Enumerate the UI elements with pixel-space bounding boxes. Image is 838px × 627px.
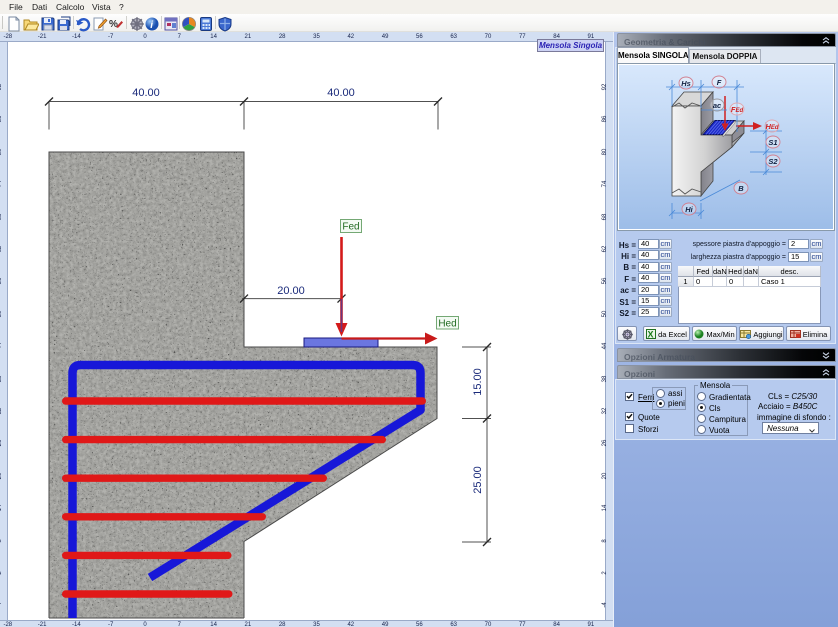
svg-text:X: X: [648, 330, 654, 340]
svg-text:Hs: Hs: [681, 79, 691, 88]
svg-text:Fed: Fed: [342, 222, 359, 233]
svg-text:B: B: [738, 184, 744, 193]
svg-text:40.00: 40.00: [327, 87, 355, 99]
svg-text:25.00: 25.00: [472, 466, 484, 494]
svg-text:S2: S2: [768, 157, 778, 166]
svg-text:S1: S1: [768, 138, 777, 147]
svg-text:ac: ac: [713, 101, 722, 110]
svg-text:i: i: [150, 20, 153, 31]
svg-text:15.00: 15.00: [472, 368, 484, 396]
svg-text:Hi: Hi: [685, 205, 693, 214]
svg-text:%: %: [109, 19, 118, 30]
svg-text:20.00: 20.00: [277, 285, 305, 297]
svg-text:Hed: Hed: [438, 319, 456, 330]
svg-text:F: F: [717, 78, 722, 87]
svg-text:40.00: 40.00: [132, 87, 160, 99]
